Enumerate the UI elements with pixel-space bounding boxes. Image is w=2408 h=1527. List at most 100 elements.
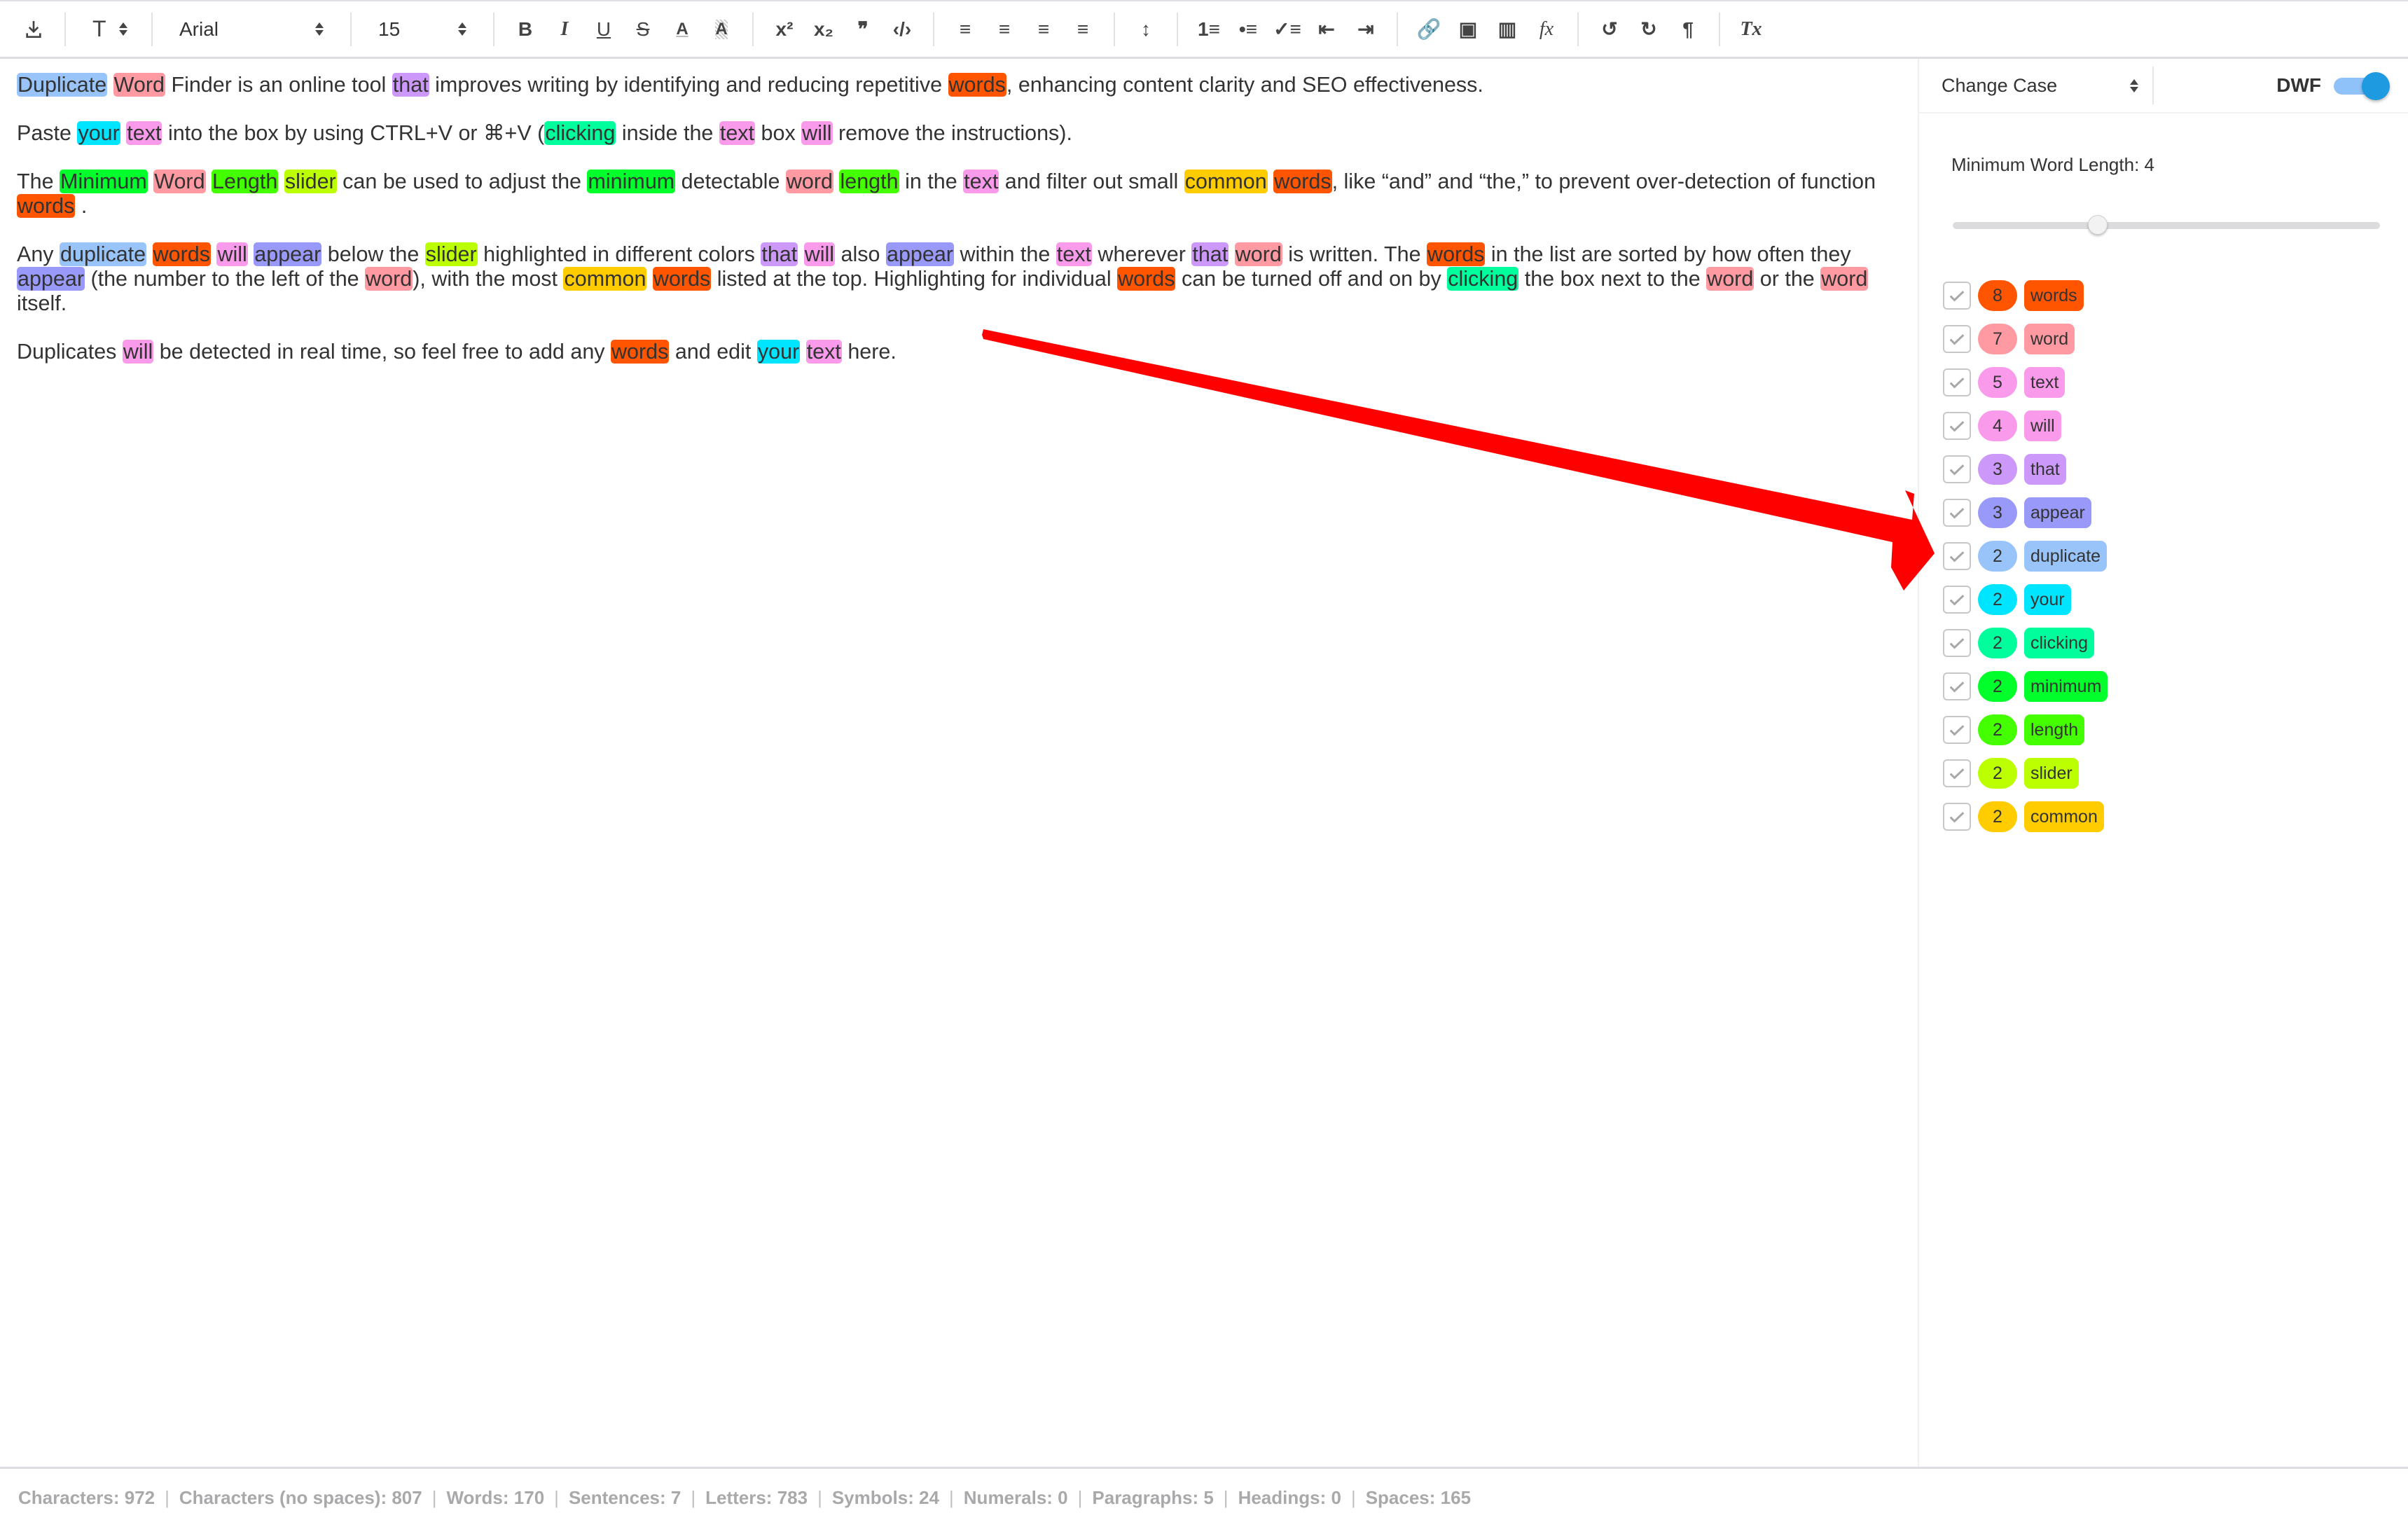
image-button[interactable]: ▣ [1448,8,1488,50]
word-label[interactable]: clicking [2024,628,2094,658]
paragraph-text [206,170,212,193]
word-list-item: 5 text [1943,361,2408,404]
paragraph-text [798,242,803,266]
video-button[interactable]: ▥ [1488,8,1527,50]
font-size-select[interactable]: 15 [363,8,482,50]
word-label[interactable]: slider [2024,758,2079,789]
highlighted-word-word: word [1706,267,1755,291]
word-checkbox[interactable] [1943,803,1971,831]
font-color-button[interactable]: A [663,8,702,50]
word-label[interactable]: that [2024,454,2066,485]
ordered-list-button[interactable]: 1≡ [1189,8,1229,50]
bullet-list-button[interactable]: •≡ [1229,8,1268,50]
undo-button[interactable]: ↺ [1590,8,1629,50]
word-checkbox[interactable] [1943,368,1971,396]
word-list-item: 2 slider [1943,752,2408,795]
word-checkbox[interactable] [1943,499,1971,527]
word-label[interactable]: word [2024,324,2075,354]
link-button[interactable]: 🔗 [1409,8,1448,50]
highlighted-word-length: length [839,170,899,193]
background-color-button[interactable]: A [702,8,741,50]
highlighted-word-slider: slider [284,170,337,193]
word-count-badge: 4 [1978,410,2017,441]
word-checkbox[interactable] [1943,542,1971,570]
editor-paragraph: Any duplicate words will appear below th… [17,242,1901,316]
align-right-button[interactable]: ≡ [1024,8,1063,50]
highlighted-word-minimum: minimum [587,170,676,193]
download-button[interactable] [14,8,53,50]
text-style-select[interactable]: T [77,8,140,50]
align-center-button[interactable]: ≡ [985,8,1024,50]
paragraph-text: is written. The [1282,242,1427,266]
word-checkbox[interactable] [1943,586,1971,614]
word-checkbox[interactable] [1943,282,1971,310]
underline-button[interactable]: U [584,8,623,50]
paragraph-text [646,267,652,291]
dwf-toggle[interactable] [2334,72,2390,100]
word-checkbox[interactable] [1943,759,1971,787]
checkmark-icon [1949,334,1965,345]
word-checkbox[interactable] [1943,672,1971,700]
updown-icon [2130,78,2138,92]
code-button[interactable]: ‹/› [883,8,922,50]
word-checkbox[interactable] [1943,716,1971,744]
font-family-select[interactable]: Arial [164,8,339,50]
paragraph-text: Any [17,242,60,266]
clear-formatting-button[interactable]: Tx [1731,8,1771,50]
word-label[interactable]: your [2024,584,2071,615]
paragraph-text [800,340,805,364]
change-case-select[interactable]: Change Case [1919,67,2154,104]
word-checkbox[interactable] [1943,629,1971,657]
checkmark-icon [1949,291,1965,302]
word-label[interactable]: appear [2024,497,2091,528]
italic-button[interactable]: I [545,8,584,50]
word-count-badge: 2 [1978,584,2017,615]
word-checkbox[interactable] [1943,455,1971,483]
align-left-button[interactable]: ≡ [946,8,985,50]
align-justify-button[interactable]: ≡ [1063,8,1102,50]
word-label[interactable]: will [2024,410,2061,441]
word-label[interactable]: length [2024,714,2085,745]
line-height-button[interactable]: ↕ [1126,8,1165,50]
word-label[interactable]: duplicate [2024,541,2108,572]
stat-item: Symbols: 24 [831,1487,940,1508]
slider-thumb[interactable] [2088,215,2108,235]
paragraph-text: also [835,242,886,266]
min-word-length-slider[interactable] [1953,212,2380,240]
change-case-label: Change Case [1942,74,2058,96]
subscript-button[interactable]: x₂ [804,8,843,50]
dwf-label: DWF [2276,74,2321,96]
word-checkbox[interactable] [1943,412,1971,440]
word-label[interactable]: common [2024,801,2104,832]
toolbar-divider [350,12,352,46]
highlighted-word-appear: appear [254,242,322,266]
text-editor[interactable]: Duplicate Word Finder is an online tool … [0,59,1918,1467]
stat-separator: | [1350,1487,1356,1508]
text-direction-button[interactable]: ¶ [1668,8,1708,50]
word-list-item: 2 length [1943,708,2408,752]
redo-button[interactable]: ↻ [1629,8,1668,50]
superscript-button[interactable]: x² [765,8,804,50]
indent-button[interactable]: ⇥ [1346,8,1385,50]
redo-icon: ↻ [1640,18,1657,40]
paragraph-text: into the box by using CTRL+V or ⌘+V ( [162,121,545,145]
highlighted-word-word: word [1820,267,1869,291]
checkmark-icon [1949,508,1965,519]
word-label[interactable]: words [2024,280,2084,311]
word-count-badge: 2 [1978,541,2017,572]
checkmark-icon [1949,551,1965,562]
word-label[interactable]: minimum [2024,671,2108,702]
word-label[interactable]: text [2024,367,2066,398]
bold-button[interactable]: B [506,8,545,50]
formula-button[interactable]: fx [1527,8,1566,50]
highlighted-word-words: words [611,340,670,364]
superscript-icon: x² [775,18,794,40]
strikethrough-button[interactable]: S [623,8,663,50]
paragraph-text: Duplicates [17,340,123,364]
outdent-button[interactable]: ⇤ [1307,8,1346,50]
blockquote-button[interactable]: ❞ [843,8,883,50]
word-count-badge: 3 [1978,497,2017,528]
word-checkbox[interactable] [1943,325,1971,353]
paragraph-text: in the list are sorted by how often they [1485,242,1851,266]
check-list-button[interactable]: ✓≡ [1268,8,1307,50]
